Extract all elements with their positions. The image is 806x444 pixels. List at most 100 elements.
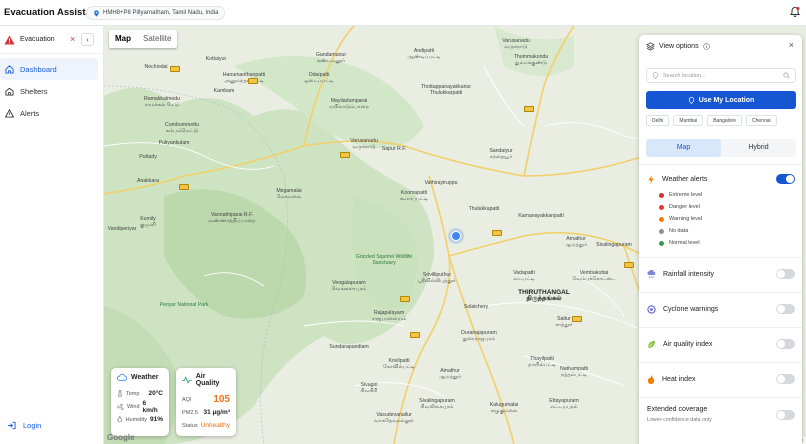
map-type-map-button[interactable]: Map bbox=[109, 30, 137, 48]
city-chip-bangalore[interactable]: Bangalore bbox=[707, 115, 742, 126]
collapse-sidebar-button[interactable]: ‹ bbox=[81, 33, 94, 46]
air-quality-title: Air Quality bbox=[195, 373, 220, 387]
close-icon[interactable]: × bbox=[70, 35, 75, 44]
legend-extreme: Extreme level bbox=[659, 192, 702, 198]
legend-dot bbox=[659, 204, 664, 210]
map-label: THIRUTHANGAL திருத்தங்கல் bbox=[518, 289, 570, 302]
map-label: Rajapalayam ராஜபாளையம் bbox=[371, 310, 407, 322]
sidebar-header-label: Evacuation bbox=[20, 36, 55, 43]
road-shield bbox=[340, 152, 350, 158]
map-mode-toggle: Map Hybrid bbox=[646, 139, 796, 157]
location-search-input[interactable]: Search location... bbox=[646, 68, 796, 83]
location-chip[interactable]: HMH8+P8 Pillyarnatham, Tamil Nadu, India bbox=[86, 6, 226, 20]
info-icon[interactable] bbox=[702, 42, 710, 50]
search-icon[interactable] bbox=[783, 72, 790, 79]
heat-toggle[interactable] bbox=[776, 374, 795, 384]
map-label: Vathirayiruppu bbox=[424, 180, 458, 186]
location-text: HMH8+P8 Pillyarnatham, Tamil Nadu, India bbox=[103, 10, 219, 16]
legend-danger: Danger level bbox=[659, 204, 700, 210]
wind-icon bbox=[117, 403, 124, 410]
login-button[interactable]: Login bbox=[7, 421, 41, 430]
sidebar-item-dashboard[interactable]: Dashboard bbox=[0, 58, 98, 80]
extended-toggle[interactable] bbox=[776, 410, 795, 420]
map-label: Andipatti ஆண்டிப்பட்டி bbox=[407, 48, 441, 60]
panel-title: View options bbox=[659, 42, 699, 50]
sidebar-item-label: Alerts bbox=[20, 108, 40, 118]
sidebar-header: Evacuation × ‹ bbox=[0, 26, 103, 54]
map-type-switch: Map Satellite bbox=[109, 30, 178, 48]
sidebar-item-shelters[interactable]: Shelters bbox=[0, 80, 98, 102]
close-panel-button[interactable]: × bbox=[789, 40, 794, 50]
map-label: Varusanadu வருசநாடு bbox=[350, 138, 378, 150]
map-label: Periyar National Park bbox=[159, 302, 209, 308]
rainfall-toggle[interactable] bbox=[776, 269, 795, 279]
view-options-panel: View options × Search location... Use My… bbox=[639, 35, 802, 444]
city-chip-mumbai[interactable]: Mumbai bbox=[673, 115, 704, 126]
map-label: Vadapatti வடபட்டி bbox=[513, 270, 535, 282]
map-label: Kottaiyur bbox=[205, 56, 227, 62]
map-label: Kumily குமுளி bbox=[139, 216, 157, 228]
mode-map-button[interactable]: Map bbox=[646, 139, 721, 157]
leaf-icon bbox=[647, 340, 656, 349]
road-shield bbox=[410, 332, 420, 338]
sidebar: Evacuation × ‹ Dashboard Shelters Alerts… bbox=[0, 26, 104, 444]
google-logo: Google bbox=[107, 433, 135, 442]
legend-dot bbox=[659, 228, 664, 234]
pm25-value: 31 µg/m³ bbox=[203, 409, 230, 416]
road-shield bbox=[179, 184, 189, 190]
city-chip-delhi[interactable]: Delhi bbox=[646, 115, 670, 126]
road-shield bbox=[400, 296, 410, 302]
use-my-location-button[interactable]: Use My Location bbox=[646, 91, 796, 109]
location-pin-icon bbox=[688, 96, 694, 104]
heat-section: Heat index bbox=[639, 362, 802, 397]
cloud-icon bbox=[117, 373, 127, 381]
map-label: Sivalingapuram bbox=[596, 242, 632, 248]
notification-bell-icon[interactable] bbox=[789, 6, 801, 18]
sidebar-item-alerts[interactable]: Alerts bbox=[0, 102, 98, 124]
cyclone-icon bbox=[647, 305, 656, 314]
extended-label: Extended coverage bbox=[647, 406, 708, 413]
alert-icon bbox=[5, 108, 14, 118]
legend-label: Danger level bbox=[669, 204, 700, 210]
map-type-satellite-button[interactable]: Satellite bbox=[137, 30, 177, 48]
heat-row: Heat index bbox=[647, 375, 695, 384]
map-label: Nathampatti நத்தம்பட்டி bbox=[560, 366, 588, 378]
aqi-toggle[interactable] bbox=[776, 339, 795, 349]
top-bar: Evacuation Assistant HMH8+P8 Pillyarnath… bbox=[0, 0, 806, 26]
activity-icon bbox=[182, 376, 192, 384]
use-location-label: Use My Location bbox=[698, 96, 755, 104]
road-shield bbox=[572, 316, 582, 322]
weather-card-title: Weather bbox=[117, 373, 163, 381]
heat-label: Heat index bbox=[662, 376, 696, 383]
mode-hybrid-button[interactable]: Hybrid bbox=[721, 139, 796, 157]
map-label: Anakkara bbox=[137, 178, 159, 184]
pm25-row: PM2.5 31 µg/m³ bbox=[182, 406, 230, 419]
aqi-layer-label: Air quality index bbox=[663, 341, 713, 348]
map-label: Sapur R.F. bbox=[381, 146, 407, 152]
cyclone-label: Cyclone warnings bbox=[663, 306, 719, 313]
wind-value: 6 km/h bbox=[142, 399, 158, 414]
current-location-marker[interactable] bbox=[451, 231, 461, 241]
aqi-section: Air quality index bbox=[639, 327, 802, 362]
weather-alerts-label: Weather alerts bbox=[662, 176, 708, 183]
warning-icon bbox=[4, 34, 15, 45]
legend-warning: Warning level bbox=[659, 216, 702, 222]
wind-label: Wind bbox=[126, 403, 140, 410]
status-value: Unhealthy bbox=[200, 422, 230, 429]
sidebar-nav: Dashboard Shelters Alerts bbox=[0, 54, 103, 124]
weather-alerts-toggle[interactable] bbox=[776, 174, 795, 184]
map-label: Amathur ஆமத்தூர் bbox=[438, 368, 462, 380]
cyclone-toggle[interactable] bbox=[776, 304, 795, 314]
legend-dot bbox=[659, 192, 664, 198]
map-label: Kovilpatti கோவில்பட்டி bbox=[382, 358, 416, 370]
map-label: Mayiladumparai மயிலாடும்பாறை bbox=[328, 98, 370, 110]
wind-row: Wind 6 km/h bbox=[117, 399, 163, 414]
sidebar-item-label: Shelters bbox=[20, 86, 48, 96]
extended-section: Extended coverage Lower-confidence data … bbox=[639, 397, 802, 444]
rain-icon bbox=[647, 270, 656, 279]
sidebar-item-label: Dashboard bbox=[20, 64, 57, 74]
pm25-label: PM2.5 bbox=[182, 409, 198, 416]
city-chip-chennai[interactable]: Chennai bbox=[746, 115, 777, 126]
humidity-label: Humidity bbox=[125, 416, 147, 423]
home-icon bbox=[5, 64, 14, 74]
